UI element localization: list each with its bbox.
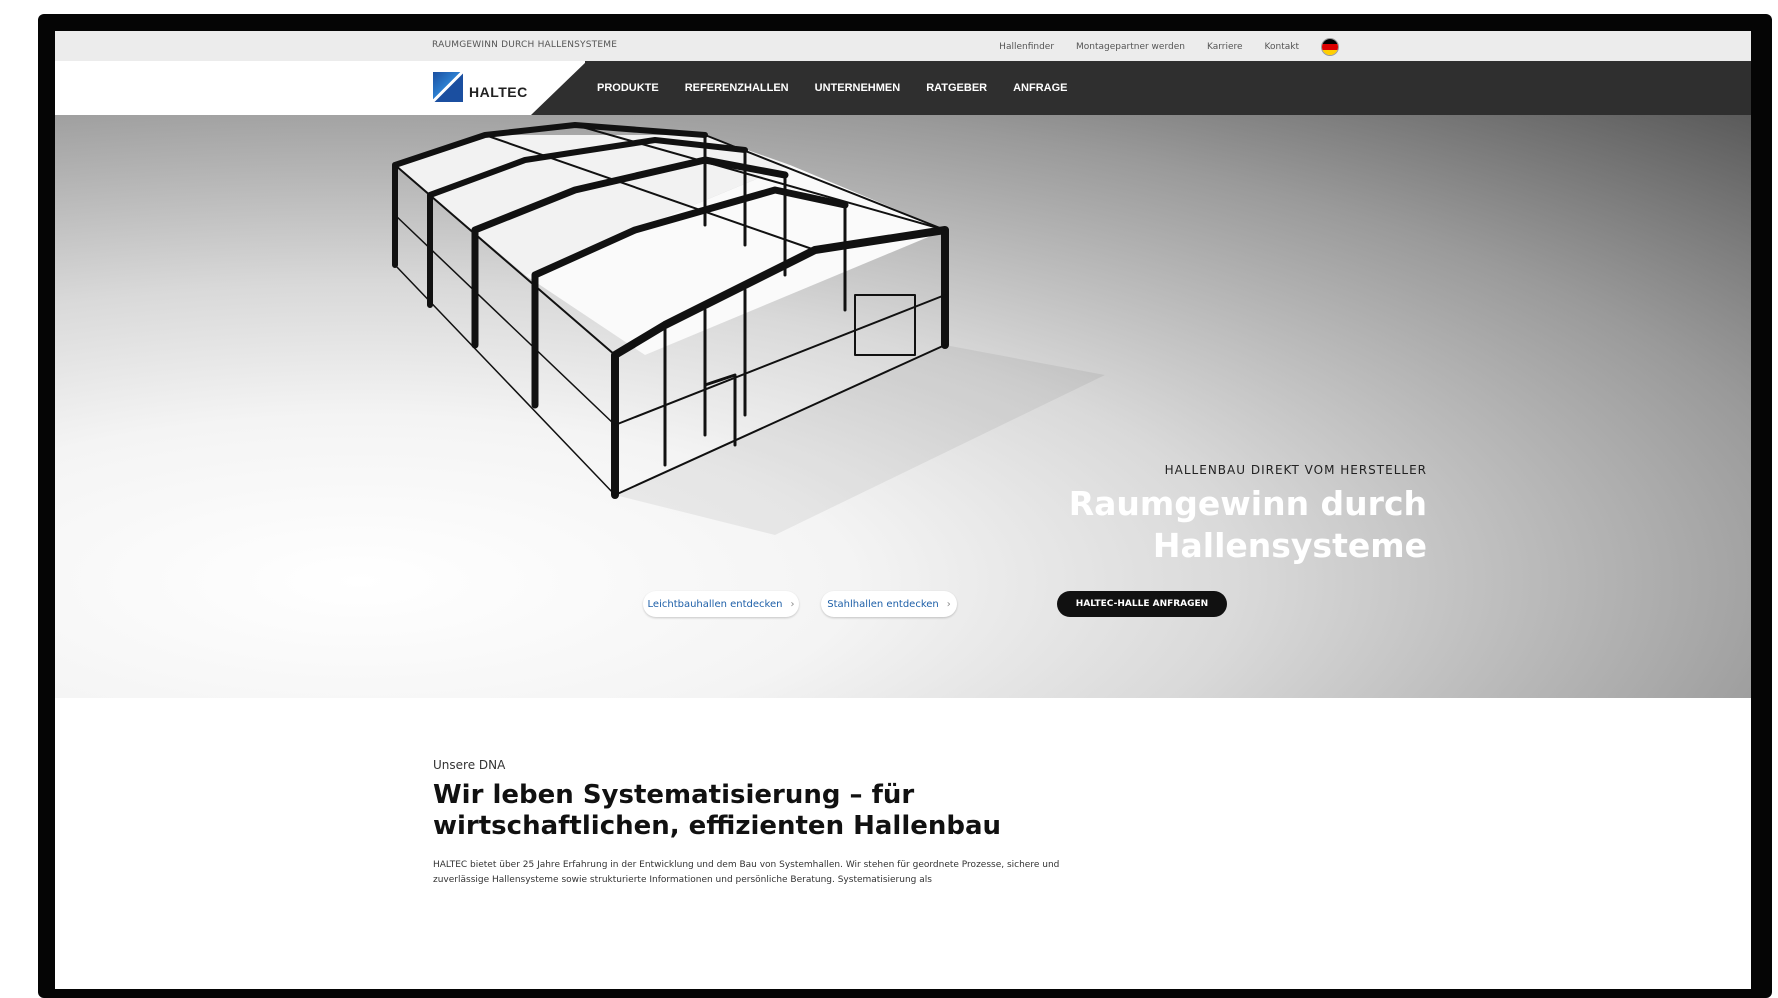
kontakt-link[interactable]: Kontakt <box>1265 42 1299 52</box>
nav-item-produkte[interactable]: PRODUKTE <box>597 82 659 94</box>
karriere-link[interactable]: Karriere <box>1207 42 1243 52</box>
intro-text: HALTEC bietet über 25 Jahre Erfahrung in… <box>433 860 1060 885</box>
intro-section: Unsere DNA Wir leben Systematisierung – … <box>55 698 1751 989</box>
intro-title: Wir leben Systematisierung – für wirtsch… <box>433 780 1002 841</box>
chevron-right-icon: › <box>790 598 795 610</box>
utility-links: Hallenfinder Montagepartner werden Karri… <box>999 38 1339 56</box>
utility-tagline: RAUMGEWINN DURCH HALLENSYSTEME <box>432 40 618 50</box>
hallenfinder-link[interactable]: Hallenfinder <box>999 42 1054 52</box>
germany-flag-icon[interactable] <box>1321 38 1339 56</box>
stahlhallen-button[interactable]: Stahlhallen entdecken › <box>821 591 957 617</box>
hero-title: Raumgewinn durch Hallensysteme <box>1068 484 1427 565</box>
main-nav: PRODUKTE REFERENZHALLEN UNTERNEHMEN RATG… <box>597 82 1068 94</box>
leichtbauhallen-button-label: Leichtbauhallen entdecken <box>647 598 783 610</box>
utility-bar: RAUMGEWINN DURCH HALLENSYSTEME Hallenfin… <box>55 31 1751 61</box>
device-frame: RAUMGEWINN DURCH HALLENSYSTEME Hallenfin… <box>38 14 1772 998</box>
intro-eyebrow: Unsere DNA <box>433 758 506 772</box>
halle-anfragen-button[interactable]: HALTEC-HALLE ANFRAGEN <box>1057 591 1227 617</box>
nav-item-unternehmen[interactable]: UNTERNEHMEN <box>815 82 901 94</box>
hero-section: HALLENBAU DIREKT VOM HERSTELLER Raumgewi… <box>55 115 1751 698</box>
haltec-logo[interactable]: HALTEC <box>433 72 528 102</box>
main-header: HALTEC PRODUKTE REFERENZHALLEN UNTERNEHM… <box>55 61 1751 115</box>
nav-item-anfrage[interactable]: ANFRAGE <box>1013 82 1067 94</box>
hero-eyebrow: HALLENBAU DIREKT VOM HERSTELLER <box>1164 463 1427 477</box>
browser-viewport: RAUMGEWINN DURCH HALLENSYSTEME Hallenfin… <box>55 31 1751 989</box>
haltec-logo-mark-icon <box>433 72 463 102</box>
logo-text: HALTEC <box>469 84 528 100</box>
stahlhallen-button-label: Stahlhallen entdecken <box>827 598 939 610</box>
nav-item-referenzhallen[interactable]: REFERENZHALLEN <box>685 82 789 94</box>
montagepartner-link[interactable]: Montagepartner werden <box>1076 42 1185 52</box>
leichtbauhallen-button[interactable]: Leichtbauhallen entdecken › <box>643 591 799 617</box>
chevron-right-icon: › <box>946 598 951 610</box>
nav-item-ratgeber[interactable]: RATGEBER <box>926 82 987 94</box>
